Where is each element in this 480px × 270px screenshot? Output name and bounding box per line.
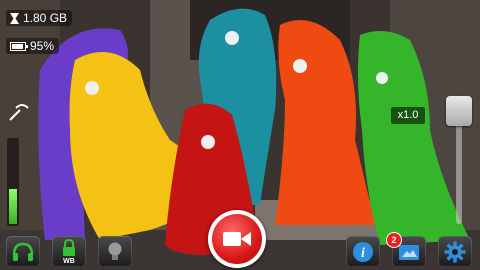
headset-icon <box>12 242 34 261</box>
white-balance-label: WB <box>63 258 75 265</box>
info-icon: i <box>353 241 373 262</box>
battery-icon <box>10 41 28 51</box>
battery-text: 95% <box>30 39 55 53</box>
record-button[interactable] <box>208 210 266 268</box>
audio-monitor-button[interactable] <box>6 236 40 267</box>
hourglass-icon <box>10 12 19 24</box>
lock-icon <box>63 238 75 256</box>
zoom-level-label: x1.0 <box>391 107 425 124</box>
white-balance-lock-button[interactable]: WB <box>52 236 86 267</box>
zoom-slider[interactable] <box>446 96 472 224</box>
zoom-slider-thumb[interactable] <box>446 96 472 126</box>
svg-text:i: i <box>361 246 365 261</box>
storage-text: 1.80 GB <box>23 11 68 25</box>
storage-indicator: 1.80 GB <box>6 10 73 26</box>
gear-icon <box>444 241 466 262</box>
camera-icon <box>223 232 251 246</box>
notification-badge: 2 <box>386 232 402 248</box>
info-button[interactable]: i <box>346 236 380 267</box>
flash-light-button[interactable] <box>98 236 132 267</box>
bulb-icon <box>108 242 122 260</box>
mic-level-icon <box>9 104 29 121</box>
audio-level-meter <box>7 138 19 226</box>
settings-button[interactable] <box>438 236 472 267</box>
battery-indicator: 95% <box>6 38 60 54</box>
gallery-icon <box>399 244 419 260</box>
